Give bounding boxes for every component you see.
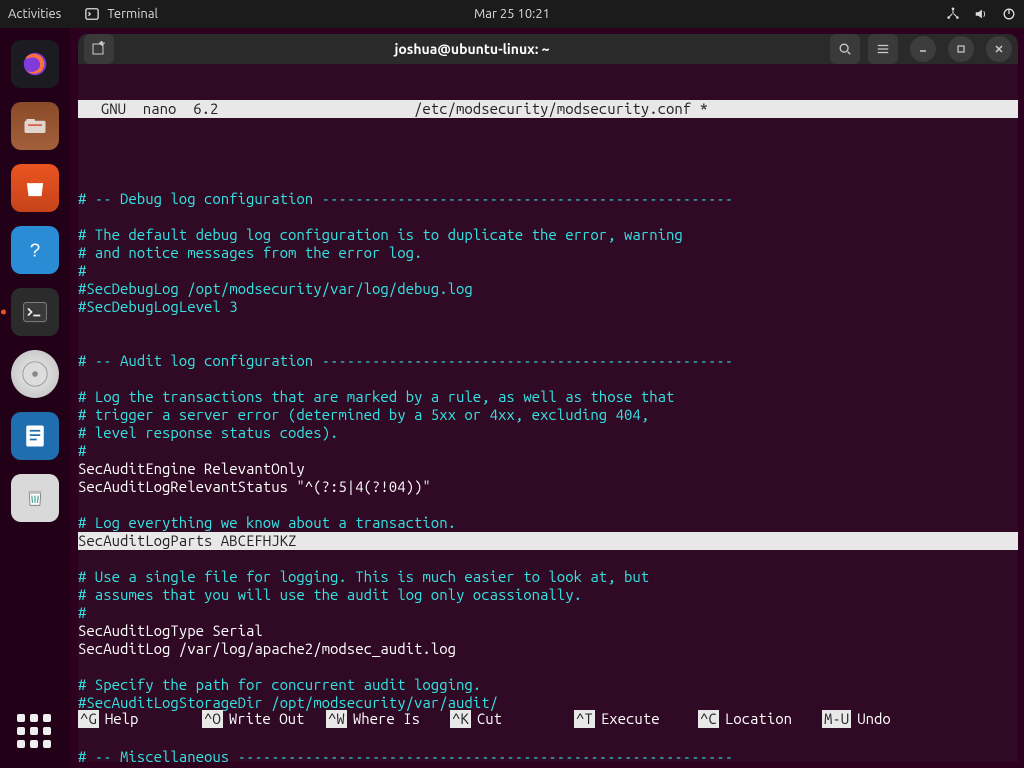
activities-button[interactable]: Activities (8, 7, 61, 21)
notepad-icon (21, 422, 49, 450)
editor-line[interactable] (78, 496, 1018, 514)
maximize-icon (956, 44, 966, 54)
shortcut-key: M-U (822, 710, 851, 728)
dock-disk[interactable] (11, 350, 59, 398)
terminal-window: joshua@ubuntu-linux: ~ GNU nano 6.2 /etc… (78, 34, 1018, 762)
gnome-top-bar: Activities Terminal Mar 25 10:21 (0, 0, 1024, 28)
editor-line[interactable] (78, 172, 1018, 190)
editor-line[interactable]: # (78, 442, 1018, 460)
power-icon[interactable] (1002, 7, 1016, 21)
volume-icon[interactable] (974, 7, 988, 21)
editor-line[interactable]: # -- Audit log configuration -----------… (78, 352, 1018, 370)
new-tab-icon (91, 41, 107, 57)
shortcut-label: Where Is (353, 710, 420, 728)
search-button[interactable] (830, 34, 860, 64)
shopping-bag-icon (22, 175, 48, 201)
editor-line[interactable]: # (78, 604, 1018, 622)
ubuntu-dock: ? (0, 28, 70, 768)
editor-line[interactable]: # Log everything we know about a transac… (78, 514, 1018, 532)
nano-shortcut: ^C Location (698, 710, 822, 728)
shortcut-key: ^T (574, 710, 595, 728)
editor-line[interactable]: #SecDebugLog /opt/modsecurity/var/log/de… (78, 280, 1018, 298)
shortcut-key: ^G (78, 710, 99, 728)
dock-text-editor[interactable] (11, 412, 59, 460)
dock-terminal[interactable] (11, 288, 59, 336)
editor-line[interactable] (78, 154, 1018, 172)
hamburger-menu-button[interactable] (868, 34, 898, 64)
shortcut-label: Help (105, 710, 139, 728)
cd-icon (20, 359, 50, 389)
editor-line[interactable]: SecAuditEngine RelevantOnly (78, 460, 1018, 478)
editor-line[interactable]: SecAuditLog /var/log/apache2/modsec_audi… (78, 640, 1018, 658)
minimize-button[interactable] (910, 36, 936, 62)
window-titlebar: joshua@ubuntu-linux: ~ (78, 34, 1018, 64)
editor-line[interactable]: SecAuditLogRelevantStatus "^(?:5|4(?!04)… (78, 478, 1018, 496)
close-button[interactable] (986, 36, 1012, 62)
editor-line[interactable]: # The default debug log configuration is… (78, 226, 1018, 244)
nano-shortcut: ^W Where Is (326, 710, 450, 728)
editor-line[interactable]: # -- Debug log configuration -----------… (78, 190, 1018, 208)
nano-program-version: GNU nano 6.2 (84, 100, 414, 118)
search-icon (838, 42, 852, 56)
shortcut-label: Cut (477, 710, 502, 728)
shortcut-label: Execute (601, 710, 660, 728)
dock-trash[interactable] (11, 474, 59, 522)
nano-shortcut: ^T Execute (574, 710, 698, 728)
files-icon (21, 112, 49, 140)
window-title: joshua@ubuntu-linux: ~ (122, 41, 822, 57)
shortcut-key: ^K (450, 710, 471, 728)
shortcut-key: ^C (698, 710, 719, 728)
dock-files[interactable] (11, 102, 59, 150)
editor-line[interactable] (78, 370, 1018, 388)
editor-line[interactable]: # Use a single file for logging. This is… (78, 568, 1018, 586)
shortcut-key: ^W (326, 710, 347, 728)
nano-content[interactable]: # -- Debug log configuration -----------… (78, 154, 1018, 762)
editor-line[interactable] (78, 550, 1018, 568)
editor-line[interactable] (78, 334, 1018, 352)
close-icon (994, 44, 1004, 54)
hamburger-icon (876, 42, 890, 56)
nano-shortcut: ^O Write Out (202, 710, 326, 728)
new-tab-button[interactable] (84, 34, 114, 64)
shortcut-key: ^O (202, 710, 223, 728)
dock-firefox[interactable] (11, 40, 59, 88)
svg-text:?: ? (30, 240, 40, 261)
app-menu-label: Terminal (107, 7, 158, 21)
editor-line[interactable] (78, 316, 1018, 334)
terminal-icon (21, 298, 49, 326)
shortcut-label: Location (725, 710, 792, 728)
firefox-icon (20, 49, 50, 79)
nano-shortcut: M-U Undo (822, 710, 912, 728)
nano-shortcut: ^G Help (78, 710, 202, 728)
network-icon[interactable] (946, 7, 960, 21)
shortcut-label: Undo (857, 710, 891, 728)
nano-shortcut: ^K Cut (450, 710, 574, 728)
maximize-button[interactable] (948, 36, 974, 62)
nano-shortcut-bar: ^G Help ^O Write Out ^W Where Is ^K Cut ^T Execut… (78, 674, 1018, 762)
editor-line[interactable]: # (78, 262, 1018, 280)
nano-header: GNU nano 6.2 /etc/modsecurity/modsecurit… (78, 100, 1018, 118)
dock-software[interactable] (11, 164, 59, 212)
shortcut-label: Write Out (229, 710, 305, 728)
editor-line[interactable]: # trigger a server error (determined by … (78, 406, 1018, 424)
editor-cursor-line[interactable]: SecAuditLogParts ABCEFHJKZ (78, 532, 1018, 550)
terminal-icon (85, 7, 99, 21)
editor-line[interactable]: SecAuditLogType Serial (78, 622, 1018, 640)
editor-line[interactable]: #SecDebugLogLevel 3 (78, 298, 1018, 316)
show-applications-button[interactable] (17, 714, 53, 750)
nano-file-path: /etc/modsecurity/modsecurity.conf * (414, 100, 708, 118)
dock-help[interactable]: ? (11, 226, 59, 274)
editor-line[interactable]: # assumes that you will use the audit lo… (78, 586, 1018, 604)
trash-icon (22, 485, 48, 511)
nano-editor[interactable]: GNU nano 6.2 /etc/modsecurity/modsecurit… (78, 64, 1018, 762)
app-menu[interactable]: Terminal (85, 7, 158, 21)
help-icon: ? (20, 235, 50, 265)
editor-line[interactable] (78, 208, 1018, 226)
minimize-icon (918, 44, 928, 54)
editor-line[interactable]: # and notice messages from the error log… (78, 244, 1018, 262)
editor-line[interactable]: # level response status codes). (78, 424, 1018, 442)
clock[interactable]: Mar 25 10:21 (474, 7, 550, 21)
editor-line[interactable]: # Log the transactions that are marked b… (78, 388, 1018, 406)
